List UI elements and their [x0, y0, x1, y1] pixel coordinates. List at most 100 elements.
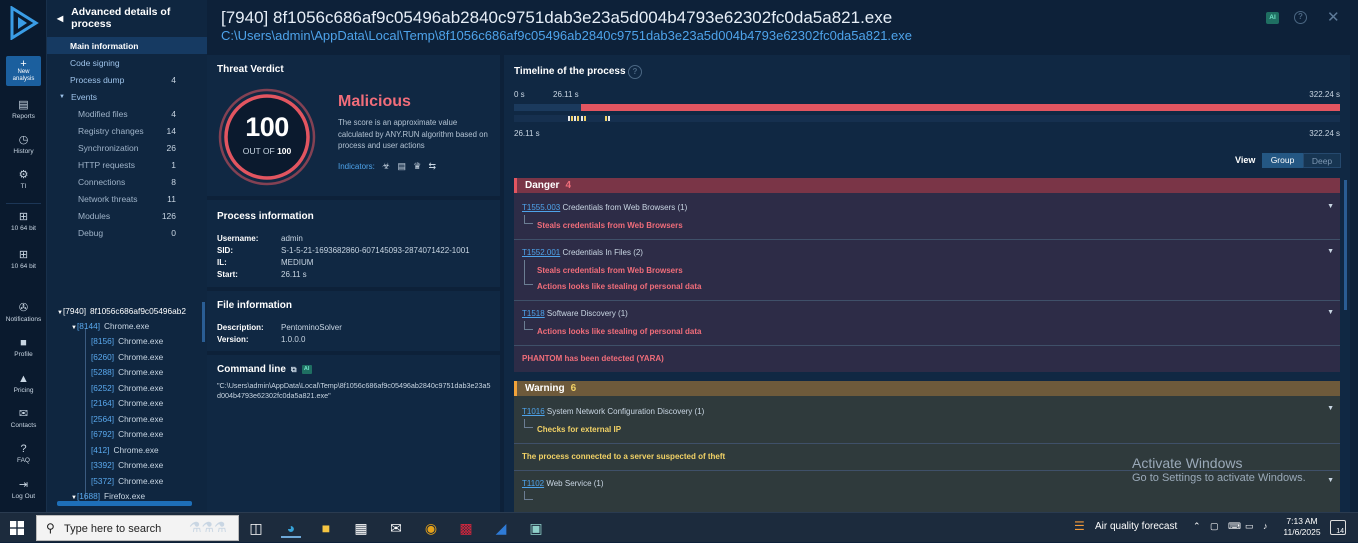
- notes-app-icon[interactable]: ▣: [526, 518, 546, 538]
- chrome-icon[interactable]: ◉: [421, 518, 441, 538]
- view-group-button[interactable]: Group: [1262, 153, 1303, 168]
- biohazard-icon[interactable]: ☣: [382, 161, 390, 171]
- technique-id-link[interactable]: T1518: [522, 309, 545, 318]
- nav-event-modified-files[interactable]: Modified files 4: [47, 105, 207, 122]
- nav-event-synchronization[interactable]: Synchronization 26: [47, 139, 207, 156]
- tree-child[interactable]: [8156] Chrome.exe: [91, 334, 163, 349]
- nav-event-debug[interactable]: Debug 0: [47, 224, 207, 241]
- danger-header[interactable]: Danger 4: [514, 178, 1340, 193]
- verdict-description: The score is an approximate value calcul…: [338, 118, 488, 150]
- tree-pid: [412]: [91, 445, 110, 455]
- windows-icon: ⊞: [18, 249, 29, 261]
- edge-icon[interactable]: ◕: [281, 518, 301, 538]
- tree-vertical-scrollbar[interactable]: [202, 302, 205, 342]
- rail-faq[interactable]: ? FAQ: [0, 443, 47, 465]
- tree-child[interactable]: [5372] Chrome.exe: [91, 474, 163, 489]
- nav-event-http-requests[interactable]: HTTP requests 1: [47, 156, 207, 173]
- danger-item-3[interactable]: T1518 Software Discovery (1): [522, 309, 628, 318]
- rail-pricing[interactable]: ▲ Pricing: [0, 373, 47, 395]
- close-icon[interactable]: ✕: [1327, 8, 1340, 26]
- help-icon[interactable]: ?: [1294, 11, 1307, 24]
- ai-badge[interactable]: AI: [301, 364, 312, 374]
- rail-profile[interactable]: ■ Profile: [0, 337, 47, 359]
- nav-event-modules[interactable]: Modules 126: [47, 207, 207, 224]
- tree-child[interactable]: [6792] Chrome.exe: [91, 427, 163, 442]
- blue-app-icon[interactable]: ◢: [491, 518, 511, 538]
- taskbar-search-box[interactable]: ⚲ Type here to search ⚗⚗⚗: [36, 515, 239, 541]
- notification-center-icon[interactable]: 14: [1330, 520, 1346, 535]
- tree-child[interactable]: [2564] Chrome.exe: [91, 412, 163, 427]
- tree-horizontal-scrollbar[interactable]: [57, 501, 192, 506]
- danger-yara-detection[interactable]: PHANTOM has been detected (YARA): [522, 354, 664, 363]
- chevron-down-icon[interactable]: ▼: [1327, 405, 1334, 412]
- new-analysis-button[interactable]: + New analysis: [6, 56, 41, 86]
- rail-history[interactable]: ◷ History: [0, 134, 47, 156]
- rail-notifications[interactable]: ✇ Notifications: [0, 302, 47, 324]
- nav-process-dump[interactable]: Process dump 4: [47, 71, 207, 88]
- file-explorer-icon[interactable]: ■: [316, 518, 336, 538]
- timeline-process-bar[interactable]: [581, 104, 1340, 111]
- nav-code-signing[interactable]: Code signing: [47, 54, 207, 71]
- warning-item-1[interactable]: T1016 System Network Configuration Disco…: [522, 407, 704, 416]
- events-scrollbar[interactable]: [1344, 180, 1347, 310]
- taskbar-clock[interactable]: 7:13 AM 11/6/2025: [1282, 516, 1322, 538]
- tree-chrome-parent[interactable]: ▼[8144] Chrome.exe: [71, 319, 149, 334]
- display-icon[interactable]: ▭: [1245, 521, 1254, 532]
- technique-id-link[interactable]: T1552.001: [522, 248, 560, 257]
- chevron-down-icon[interactable]: ▼: [1327, 248, 1334, 255]
- network-icon[interactable]: ▢: [1210, 521, 1219, 532]
- danger-item-1[interactable]: T1555.003 Credentials from Web Browsers …: [522, 203, 687, 212]
- tree-child[interactable]: [412] Chrome.exe: [91, 443, 159, 458]
- view-deep-button[interactable]: Deep: [1303, 153, 1341, 168]
- chevron-down-icon[interactable]: ▼: [1327, 203, 1334, 210]
- warning-item-2[interactable]: T1102 Web Service (1): [522, 479, 604, 488]
- mail-icon[interactable]: ✉: [386, 518, 406, 538]
- nav-events[interactable]: ▼ Events: [47, 88, 207, 105]
- nav-back-header[interactable]: ◀ Advanced details of process: [47, 0, 207, 36]
- weather-widget[interactable]: Air quality forecast: [1095, 521, 1177, 532]
- volume-icon[interactable]: ♪: [1263, 521, 1268, 531]
- tree-root-process[interactable]: ▼[7940] 8f1056c686af9c05496ab2: [57, 304, 186, 319]
- spy-icon[interactable]: ♛: [413, 161, 421, 171]
- tree-child[interactable]: [6260] Chrome.exe: [91, 350, 163, 365]
- chevron-down-icon[interactable]: ▼: [1327, 477, 1334, 484]
- technique-id-link[interactable]: T1102: [522, 479, 544, 488]
- technique-id-link[interactable]: T1555.003: [522, 203, 560, 212]
- tree-child[interactable]: [5288] Chrome.exe: [91, 365, 163, 380]
- technique-id-link[interactable]: T1016: [522, 407, 545, 416]
- document-icon[interactable]: ▤: [397, 161, 406, 171]
- task-view-icon[interactable]: ◫: [246, 518, 266, 538]
- red-app-icon[interactable]: ▩: [456, 518, 476, 538]
- danger-item-2[interactable]: T1552.001 Credentials In Files (2): [522, 248, 643, 257]
- rail-vm-1[interactable]: ⊞ 10 64 bit: [0, 211, 47, 233]
- warning-header[interactable]: Warning 6: [514, 381, 1340, 396]
- nav-main-information[interactable]: Main information: [47, 37, 207, 54]
- process-path[interactable]: C:\Users\admin\AppData\Local\Temp\8f1056…: [221, 28, 912, 43]
- weather-icon[interactable]: ☰: [1074, 519, 1085, 533]
- nav-event-connections[interactable]: Connections 8: [47, 173, 207, 190]
- science-flask-icon: ⚗⚗⚗: [189, 519, 227, 535]
- rail-logout[interactable]: ⇥ Log Out: [0, 479, 47, 501]
- windows-start-icon[interactable]: [10, 521, 24, 535]
- nav-event-network-threats[interactable]: Network threats 11: [47, 190, 207, 207]
- exchange-icon[interactable]: ⇆: [429, 161, 437, 171]
- rail-reports[interactable]: ▤ Reports: [0, 99, 47, 121]
- keyboard-icon[interactable]: ⌨: [1228, 521, 1241, 532]
- chevron-down-icon[interactable]: ▼: [1327, 309, 1334, 316]
- tree-child[interactable]: [2164] Chrome.exe: [91, 396, 163, 411]
- help-icon[interactable]: ?: [628, 65, 642, 79]
- chevron-up-icon[interactable]: ⌃: [1193, 521, 1201, 532]
- copy-icon[interactable]: ⧉: [291, 365, 297, 375]
- tree-connector: [524, 260, 533, 285]
- rail-ti[interactable]: ⚙ TI: [0, 169, 47, 191]
- rail-vm-2[interactable]: ⊞ 10 64 bit: [0, 249, 47, 271]
- warning-theft-server[interactable]: The process connected to a server suspec…: [522, 452, 725, 461]
- store-icon[interactable]: ▦: [351, 518, 371, 538]
- rail-contacts[interactable]: ✉ Contacts: [0, 408, 47, 430]
- tree-child[interactable]: [3392] Chrome.exe: [91, 458, 163, 473]
- timeline-events-track[interactable]: [514, 115, 1340, 122]
- anyrun-logo-icon[interactable]: [9, 6, 39, 40]
- nav-event-registry-changes[interactable]: Registry changes 14: [47, 122, 207, 139]
- tree-child[interactable]: [6252] Chrome.exe: [91, 381, 163, 396]
- ai-badge[interactable]: AI: [1266, 12, 1279, 24]
